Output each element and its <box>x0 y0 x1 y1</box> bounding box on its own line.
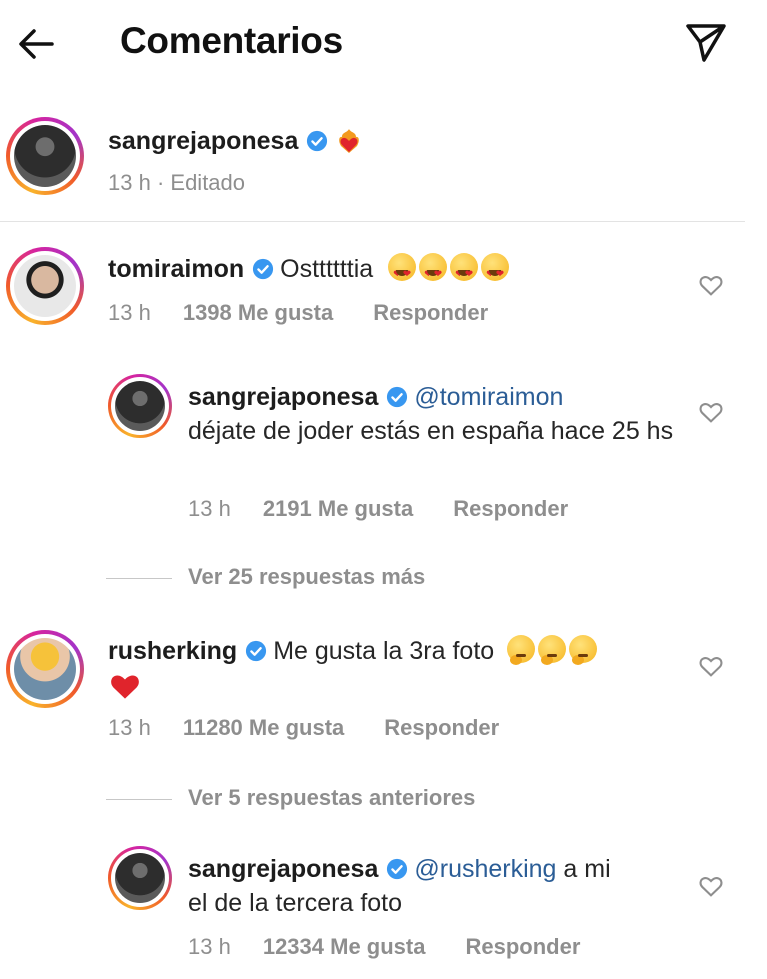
comment-line: rusherking Me gusta la 3ra foto <box>108 634 600 668</box>
reply-line: sangrejaponesa @rusherking a mi <box>188 852 611 886</box>
like-heart-icon[interactable] <box>697 652 725 680</box>
thinking-face-emoji-icon <box>507 635 536 665</box>
comment-meta: 13 h 11280 Me gusta Responder <box>108 715 499 741</box>
timestamp: 13 h <box>108 715 151 740</box>
view-previous-replies-button[interactable]: Ver 5 respuestas anteriores <box>106 785 475 811</box>
like-heart-icon[interactable] <box>697 872 725 900</box>
username[interactable]: sangrejaponesa <box>188 855 378 883</box>
avatar[interactable] <box>6 117 84 195</box>
avatar[interactable] <box>108 846 172 910</box>
heart-eyes-emojis <box>388 253 512 292</box>
reply-text: déjate de joder estás en españa hace 25 … <box>188 417 674 445</box>
red-heart-emoji-icon <box>111 675 139 699</box>
heart-eyes-emoji-icon <box>450 253 479 292</box>
likes-count[interactable]: 12334 Me gusta <box>263 934 426 960</box>
heart-on-fire-icon <box>339 129 360 153</box>
heart-eyes-emoji-icon <box>419 253 448 292</box>
reply-text-line2: el de la tercera foto <box>188 889 403 917</box>
mention-link[interactable]: @tomiraimon <box>414 383 563 411</box>
reply-button[interactable]: Responder <box>465 934 580 960</box>
reply-meta: 13 h 12334 Me gusta Responder <box>188 934 580 960</box>
comment-text: Osttttttia <box>280 255 374 283</box>
header-bar: Comentarios <box>0 0 767 88</box>
reply-text: a mi <box>563 855 611 883</box>
page-title: Comentarios <box>120 20 343 61</box>
timestamp: 13 h <box>188 934 231 959</box>
reply-line: sangrejaponesa @tomiraimon <box>188 380 563 414</box>
send-icon[interactable] <box>682 18 730 66</box>
thinking-face-emoji-icon <box>569 635 598 665</box>
verified-badge-icon <box>307 130 328 152</box>
reply-button[interactable]: Responder <box>373 300 488 326</box>
avatar[interactable] <box>6 630 84 708</box>
thinking-face-emoji-icon <box>538 635 567 665</box>
likes-count[interactable]: 2191 Me gusta <box>263 496 413 522</box>
verified-badge-icon <box>253 258 274 280</box>
back-arrow-icon[interactable] <box>12 20 60 68</box>
timestamp: 13 h <box>188 496 231 521</box>
edited-label: · Editado <box>156 170 246 195</box>
like-heart-icon[interactable] <box>697 398 725 426</box>
reply-button[interactable]: Responder <box>384 715 499 741</box>
likes-count[interactable]: 1398 Me gusta <box>183 300 333 326</box>
comment-meta: 13 h 1398 Me gusta Responder <box>108 300 488 326</box>
verified-badge-icon <box>246 640 267 662</box>
mention-link[interactable]: @rusherking <box>414 855 556 883</box>
avatar[interactable] <box>108 374 172 438</box>
likes-count[interactable]: 11280 Me gusta <box>183 715 344 741</box>
like-heart-icon[interactable] <box>697 271 725 299</box>
heart-eyes-emoji-icon <box>481 253 510 292</box>
timestamp: 13 h <box>108 170 151 195</box>
caption-meta: 13 h · Editado <box>108 170 245 196</box>
caption-line: sangrejaponesa <box>108 124 364 158</box>
comment-text: Me gusta la 3ra foto <box>273 637 495 665</box>
verified-badge-icon <box>387 386 408 408</box>
username[interactable]: rusherking <box>108 637 237 665</box>
heart-eyes-emoji-icon <box>388 253 417 292</box>
divider <box>0 221 745 222</box>
username[interactable]: sangrejaponesa <box>108 127 298 155</box>
view-more-replies-button[interactable]: Ver 25 respuestas más <box>106 564 425 590</box>
reply-button[interactable]: Responder <box>453 496 568 522</box>
verified-badge-icon <box>387 858 408 880</box>
username[interactable]: tomiraimon <box>108 255 244 283</box>
timestamp: 13 h <box>108 300 151 325</box>
avatar[interactable] <box>6 247 84 325</box>
comment-line: tomiraimon Osttttttia <box>108 252 512 292</box>
username[interactable]: sangrejaponesa <box>188 383 378 411</box>
reply-meta: 13 h 2191 Me gusta Responder <box>188 496 568 522</box>
thinking-emojis <box>507 635 600 665</box>
